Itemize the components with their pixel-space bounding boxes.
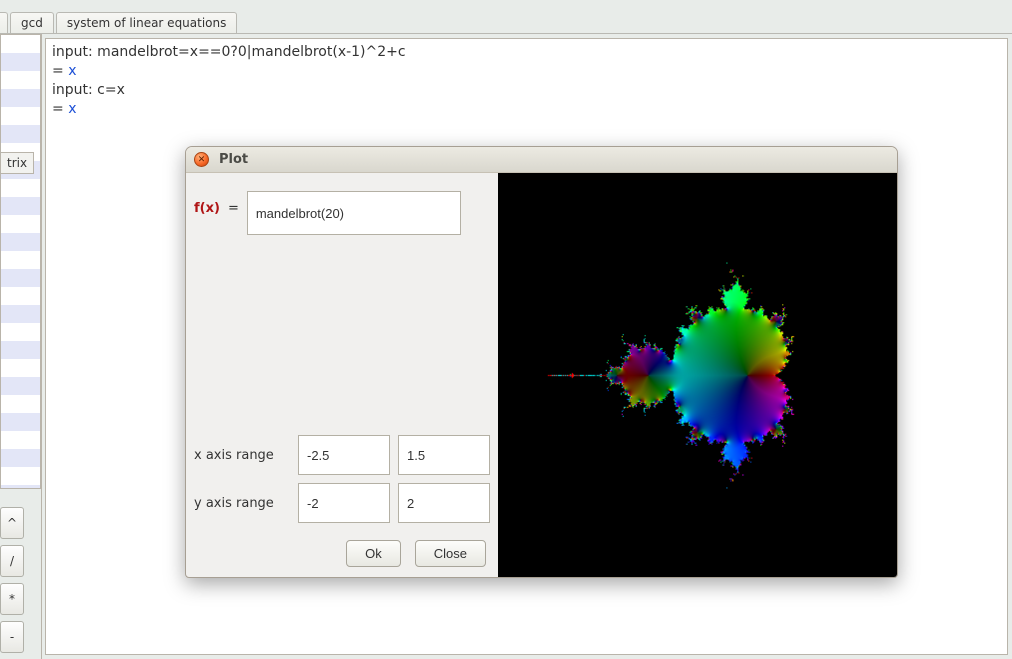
palette-list[interactable] [0,34,41,489]
tab-partial[interactable] [0,12,8,33]
tab-system-linear[interactable]: system of linear equations [56,12,238,33]
dialog-title: Plot [219,152,248,167]
operator-buttons: ^ / * - [0,501,42,659]
tabs-bar: gcd system of linear equations [0,12,1012,34]
op-caret-button[interactable]: ^ [0,507,24,539]
ws-input-2: input: c=x [52,81,1001,100]
plot-dialog: ✕ Plot f(x) = x axis range y axis range [185,146,898,578]
close-button[interactable]: Close [415,540,486,567]
fx-label: f(x) [194,201,220,216]
op-divide-button[interactable]: / [0,545,24,577]
op-minus-button[interactable]: - [0,621,24,653]
x-min-input[interactable] [298,435,390,475]
ws-output-2: = x [52,100,1001,119]
x-max-input[interactable] [398,435,490,475]
ws-result-1: x [68,63,76,79]
side-palette: trix ^ / * - [0,34,42,659]
y-max-input[interactable] [398,483,490,523]
dialog-titlebar[interactable]: ✕ Plot [186,147,897,173]
equals-label: = [228,201,239,216]
ws-input-1: input: mandelbrot=x==0?0|mandelbrot(x-1)… [52,43,1001,62]
ws-result-2: x [68,101,76,117]
palette-category-label[interactable]: trix [0,152,34,174]
tab-gcd[interactable]: gcd [10,12,54,33]
y-min-input[interactable] [298,483,390,523]
plot-canvas[interactable] [498,173,897,577]
function-input[interactable] [247,191,461,235]
x-range-label: x axis range [194,448,290,463]
op-multiply-button[interactable]: * [0,583,24,615]
ok-button[interactable]: Ok [346,540,401,567]
ws-output-1: = x [52,62,1001,81]
close-icon[interactable]: ✕ [194,152,209,167]
y-range-label: y axis range [194,496,290,511]
plot-controls-pane: f(x) = x axis range y axis range Ok C [186,173,498,577]
